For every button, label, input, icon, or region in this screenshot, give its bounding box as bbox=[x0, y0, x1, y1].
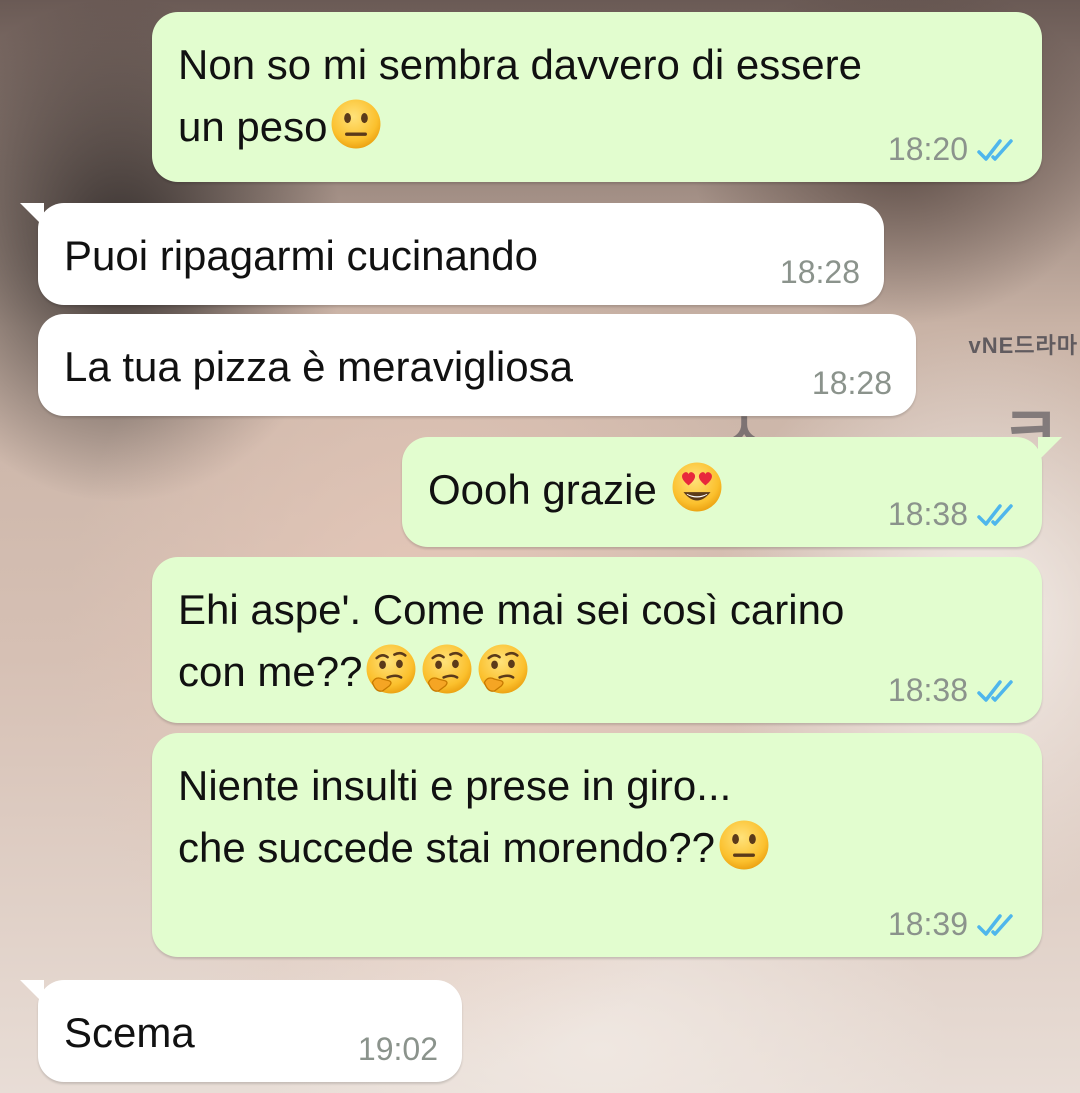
message-text: Niente insulti e prese in giro... che su… bbox=[178, 755, 771, 879]
message-bubble-outgoing[interactable]: Niente insulti e prese in giro... che su… bbox=[152, 733, 1042, 957]
wallpaper-logo-text: vNE드라마 bbox=[968, 333, 1078, 358]
double-check-read-icon bbox=[977, 679, 1013, 702]
double-check-read-icon bbox=[977, 503, 1013, 526]
message-bubble-outgoing[interactable]: Non so mi sembra davvero di essere un pe… bbox=[152, 12, 1042, 182]
message-text: Scema bbox=[64, 1009, 195, 1056]
message-time: 18:38 bbox=[887, 496, 968, 532]
message-time: 18:39 bbox=[887, 906, 968, 942]
message-time: 18:28 bbox=[811, 365, 892, 401]
message-meta: 18:38 bbox=[888, 672, 1018, 709]
message-bubble-incoming[interactable]: La tua pizza è meravigliosa 18:28 bbox=[38, 314, 916, 416]
double-check-read-icon bbox=[977, 138, 1013, 161]
neutral-face-emoji-icon bbox=[332, 99, 381, 149]
double-check-read-icon bbox=[977, 913, 1013, 936]
message-time: 18:20 bbox=[887, 131, 968, 167]
message-text: Oooh grazie bbox=[428, 459, 724, 521]
message-time: 19:02 bbox=[357, 1031, 438, 1067]
message-bubble-outgoing[interactable]: Oooh grazie 18:38 bbox=[402, 437, 1062, 547]
thinking-face-emoji-icon bbox=[422, 644, 472, 694]
message-meta: 18:28 bbox=[780, 254, 860, 291]
message-bubble-incoming[interactable]: Scema 19:02 bbox=[20, 980, 462, 1082]
message-meta: 18:39 bbox=[888, 906, 1018, 943]
message-text: Puoi ripagarmi cucinando bbox=[64, 232, 538, 279]
message-meta: 18:20 bbox=[888, 131, 1018, 168]
message-time: 18:28 bbox=[779, 254, 860, 290]
message-bubble-outgoing[interactable]: Ehi aspe'. Come mai sei così carino con … bbox=[152, 557, 1042, 723]
heart-eyes-emoji-icon bbox=[673, 462, 722, 512]
thinking-face-emoji-icon bbox=[366, 644, 416, 694]
message-meta: 18:28 bbox=[812, 365, 892, 402]
message-text: Non so mi sembra davvero di essere un pe… bbox=[178, 41, 862, 150]
message-meta: 18:38 bbox=[888, 496, 1018, 533]
message-text: Ehi aspe'. Come mai sei così carino con … bbox=[178, 586, 845, 695]
thinking-face-emoji-icon bbox=[478, 644, 528, 694]
message-meta: 19:02 bbox=[358, 1031, 438, 1068]
message-text: La tua pizza è meravigliosa bbox=[64, 343, 573, 390]
message-bubble-incoming[interactable]: Puoi ripagarmi cucinando 18:28 bbox=[20, 203, 884, 305]
message-time: 18:38 bbox=[887, 672, 968, 708]
neutral-face-emoji-icon bbox=[719, 820, 769, 870]
